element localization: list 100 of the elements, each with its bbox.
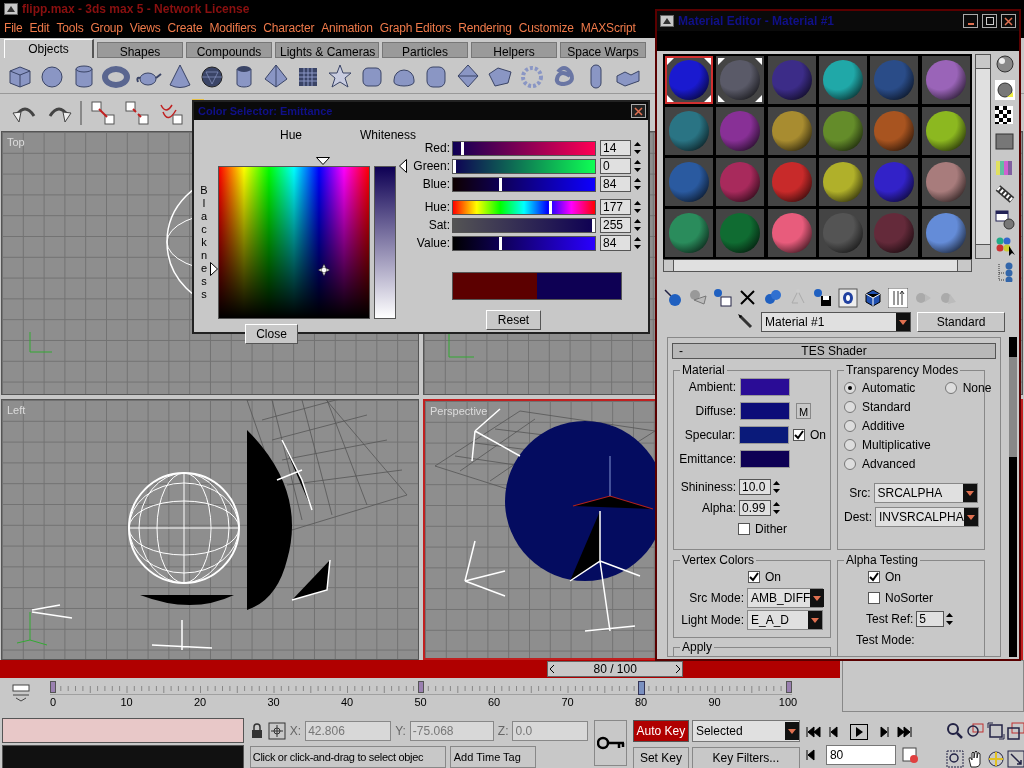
sphere-backlight-icon[interactable] xyxy=(995,80,1015,100)
get-material-icon[interactable] xyxy=(663,288,683,308)
channel-slider-track[interactable] xyxy=(452,140,596,156)
channel-value-field[interactable]: 177 xyxy=(600,199,631,215)
square-icon[interactable] xyxy=(995,132,1015,152)
channel-value-field[interactable]: 84 xyxy=(600,176,631,192)
rollout-toggle[interactable]: - xyxy=(673,342,693,360)
menu-item[interactable]: Group xyxy=(90,19,123,37)
menu-item[interactable]: Tools xyxy=(56,19,84,37)
set-key-button[interactable]: Set Key xyxy=(632,747,689,768)
menu-item[interactable]: Graph Editors xyxy=(379,19,452,37)
vertical-scrollbar[interactable] xyxy=(1009,337,1017,657)
unlink-icon[interactable] xyxy=(124,99,150,126)
close-button[interactable] xyxy=(1001,14,1016,28)
maxscript-listener-field[interactable] xyxy=(2,718,244,743)
checkbox[interactable] xyxy=(748,571,760,583)
key-mode-dropdown[interactable]: Selected xyxy=(691,720,800,742)
zoom-extents-all-icon[interactable] xyxy=(1007,722,1024,740)
material-type-button[interactable]: Standard xyxy=(917,312,1005,332)
panel-tab[interactable]: Shapes xyxy=(97,42,183,58)
slider-thumb[interactable] xyxy=(549,200,553,214)
channel-value-field[interactable]: 0 xyxy=(600,158,631,174)
dropdown[interactable]: SRCALPHA xyxy=(873,483,978,503)
spinner-field[interactable]: 10.0 xyxy=(739,479,771,495)
panel-tab[interactable]: Objects xyxy=(4,39,94,58)
menu-item[interactable]: MAXScript xyxy=(580,19,636,37)
auto-key-button[interactable]: Auto Key xyxy=(632,720,689,742)
scroll-button[interactable] xyxy=(957,260,971,271)
whiteness-marker-icon[interactable] xyxy=(399,159,407,173)
menu-item[interactable]: File xyxy=(4,19,23,37)
color-bars-icon[interactable] xyxy=(995,158,1015,178)
crosshair-box-icon[interactable] xyxy=(267,722,286,740)
material-name-dropdown[interactable]: Material #1 xyxy=(761,312,911,332)
region-zoom-icon[interactable] xyxy=(945,749,964,768)
time-config-icon[interactable] xyxy=(901,746,920,764)
zoom-extents-icon[interactable] xyxy=(986,722,1005,740)
radio-button[interactable] xyxy=(844,401,856,413)
map-button[interactable]: M xyxy=(796,403,811,419)
scrollbar-thumb[interactable] xyxy=(1009,357,1017,457)
key-mode-toggle[interactable] xyxy=(594,720,627,766)
go-to-end-icon[interactable] xyxy=(895,726,912,738)
slider-thumb[interactable] xyxy=(460,141,464,155)
radio-button[interactable] xyxy=(844,382,856,394)
spinner-icon[interactable] xyxy=(633,217,642,233)
channel-slider-track[interactable] xyxy=(452,235,596,251)
channel-value-field[interactable]: 255 xyxy=(600,217,631,233)
menu-item[interactable]: Customize xyxy=(518,19,574,37)
scroll-button[interactable] xyxy=(976,244,990,258)
channel-slider-track[interactable] xyxy=(452,176,596,192)
horizontal-scrollbar[interactable] xyxy=(663,259,972,272)
color-swatch[interactable] xyxy=(740,402,790,420)
close-button[interactable]: Close xyxy=(245,324,298,344)
zoom-all-icon[interactable] xyxy=(966,722,985,740)
link-icon[interactable] xyxy=(90,99,116,126)
window-sphere-icon[interactable] xyxy=(995,210,1015,230)
checkbox[interactable] xyxy=(868,571,880,583)
dropdown[interactable]: INVSRCALPHA xyxy=(875,507,979,527)
checkbox[interactable] xyxy=(793,429,805,441)
menu-item[interactable]: Rendering xyxy=(458,19,512,37)
zoom-icon[interactable] xyxy=(945,722,964,740)
cube-map-icon[interactable] xyxy=(863,288,883,308)
radio-button[interactable] xyxy=(844,439,856,451)
vertical-scrollbar[interactable] xyxy=(975,54,991,259)
checkbox[interactable] xyxy=(738,523,750,535)
scroll-button[interactable] xyxy=(664,260,674,271)
panel-tab[interactable]: Particles xyxy=(382,42,468,58)
lock-icon[interactable] xyxy=(249,723,264,739)
color-swatch[interactable] xyxy=(740,450,790,468)
checker-icon[interactable] xyxy=(995,106,1015,126)
channel-slider-track[interactable] xyxy=(452,158,596,174)
color-swatch[interactable] xyxy=(740,378,790,396)
rollout-header[interactable]: - TES Shader xyxy=(672,343,996,359)
scroll-button[interactable] xyxy=(976,55,990,69)
dropdown[interactable]: E_A_D xyxy=(747,610,823,630)
eyedropper-icon[interactable] xyxy=(737,313,755,331)
time-slider[interactable]: 80 / 100 xyxy=(547,661,684,677)
channel-value-field[interactable]: 84 xyxy=(600,235,631,251)
menu-item[interactable]: Modifiers xyxy=(209,19,257,37)
menu-item[interactable]: Edit xyxy=(29,19,50,37)
menu-item[interactable]: Character xyxy=(263,19,315,37)
whiteness-bar[interactable] xyxy=(374,166,396,319)
sphere-icon[interactable] xyxy=(995,54,1015,74)
slider-thumb[interactable] xyxy=(498,236,502,250)
minimize-button[interactable] xyxy=(963,14,978,28)
channel-slider-track[interactable] xyxy=(452,217,596,233)
menu-item[interactable]: Create xyxy=(167,19,203,37)
panel-tab[interactable]: Space Warps xyxy=(560,42,646,58)
maximize-button[interactable] xyxy=(982,14,997,28)
maximize-viewport-icon[interactable] xyxy=(1007,749,1024,768)
checkbox[interactable] xyxy=(868,592,880,604)
menu-item[interactable]: Animation xyxy=(321,19,373,37)
menu-item[interactable]: Views xyxy=(129,19,161,37)
maxscript-output-field[interactable] xyxy=(2,745,244,768)
add-time-tag-button[interactable]: Add Time Tag xyxy=(449,746,536,768)
spinner-field[interactable]: 5 xyxy=(916,611,945,627)
go-to-start-icon[interactable] xyxy=(805,726,822,738)
radio-button[interactable] xyxy=(944,382,957,394)
spinner-icon[interactable] xyxy=(633,158,642,174)
assign-to-selection-icon[interactable] xyxy=(713,288,733,308)
colored-spheres-icon[interactable] xyxy=(995,236,1015,256)
